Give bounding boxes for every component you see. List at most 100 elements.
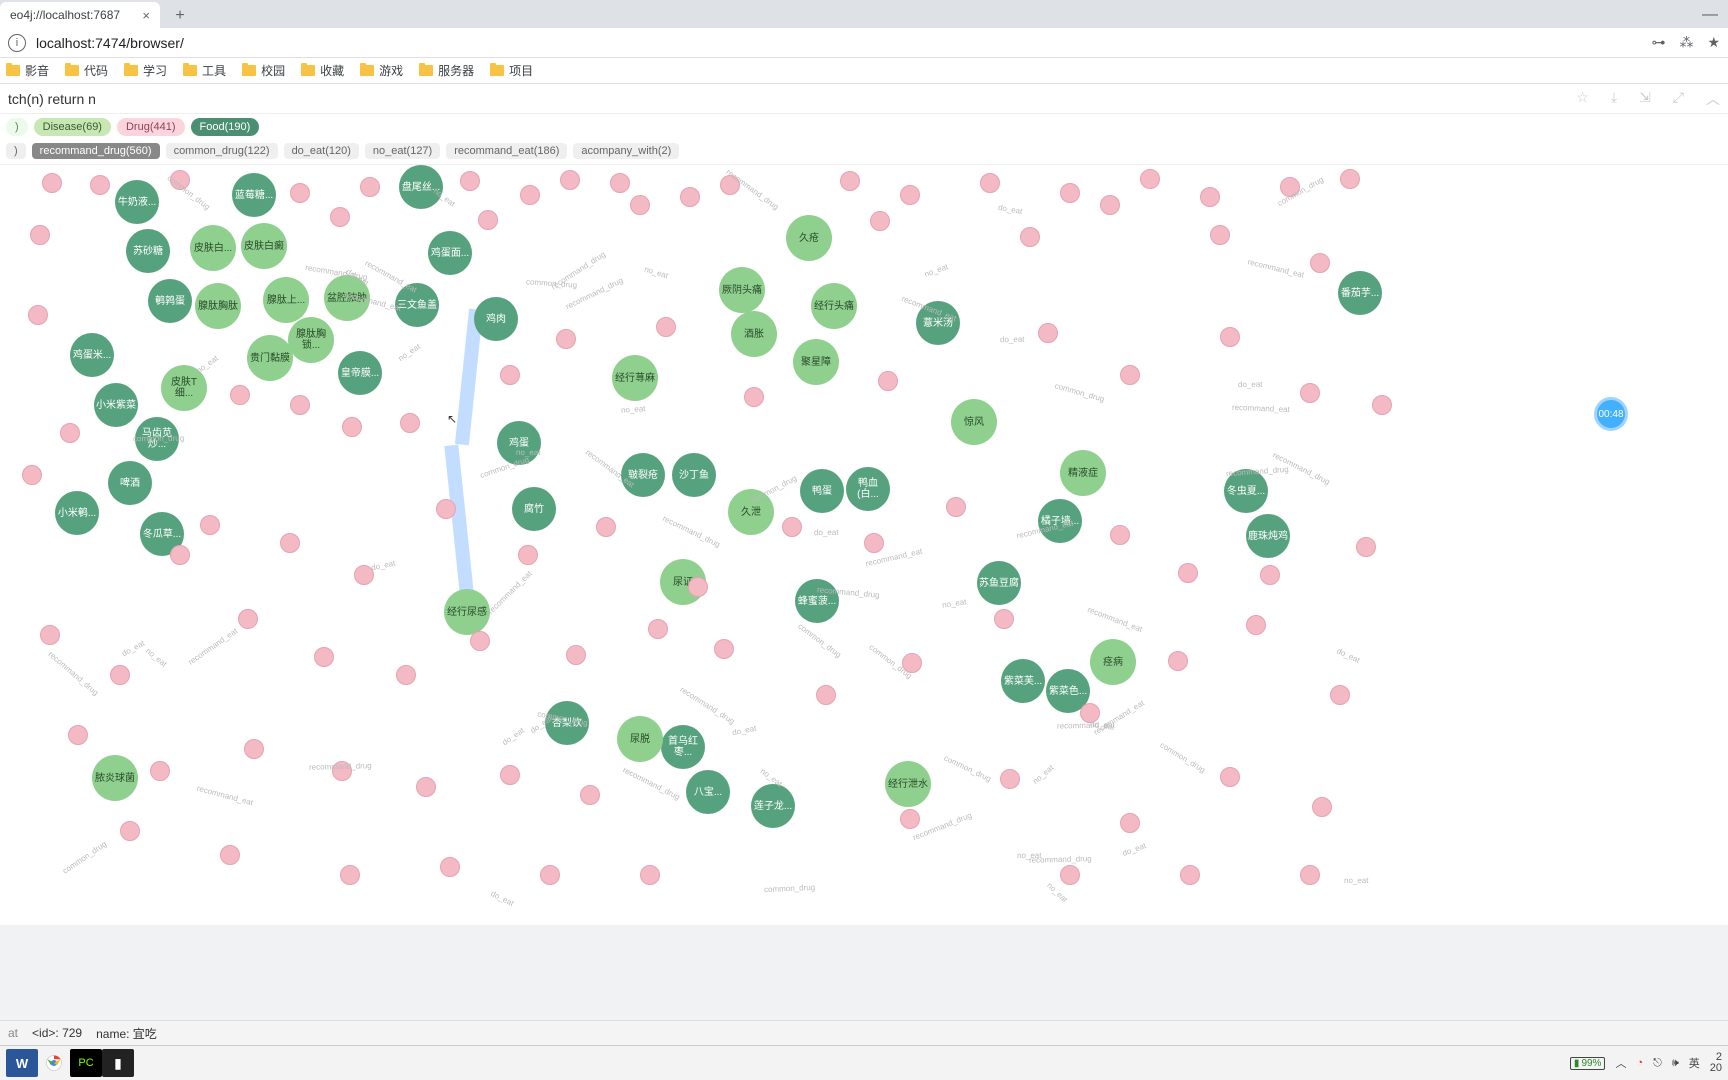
node-label-badge[interactable]: Disease(69) xyxy=(34,118,111,136)
graph-node[interactable] xyxy=(648,619,668,639)
graph-node[interactable] xyxy=(1110,525,1130,545)
graph-node[interactable] xyxy=(120,821,140,841)
graph-node[interactable] xyxy=(566,645,586,665)
graph-node[interactable]: 腺肽上... xyxy=(263,277,309,323)
graph-node[interactable]: 腺肽胸锁... xyxy=(288,317,334,363)
graph-node[interactable] xyxy=(900,185,920,205)
app-chrome[interactable] xyxy=(38,1049,70,1077)
rel-label-badge[interactable]: no_eat(127) xyxy=(365,143,440,159)
graph-node[interactable] xyxy=(290,183,310,203)
graph-node[interactable] xyxy=(900,809,920,829)
graph-node[interactable]: 久泄 xyxy=(728,489,774,535)
graph-node[interactable] xyxy=(470,631,490,651)
graph-node[interactable] xyxy=(1038,323,1058,343)
graph-node[interactable] xyxy=(332,761,352,781)
graph-node[interactable]: 皮肤T细... xyxy=(161,365,207,411)
graph-node[interactable] xyxy=(440,857,460,877)
graph-node[interactable]: 腺肽胸肽 xyxy=(195,283,241,329)
graph-node[interactable] xyxy=(782,517,802,537)
pin-icon[interactable]: ⇲ xyxy=(1639,89,1651,109)
graph-node[interactable]: 薏米汤 xyxy=(916,301,960,345)
graph-node[interactable] xyxy=(290,395,310,415)
graph-node[interactable]: 尿脱 xyxy=(617,716,663,762)
graph-node[interactable]: 杏梨饮 xyxy=(545,701,589,745)
graph-node[interactable]: 鸡蛋 xyxy=(497,421,541,465)
graph-node[interactable] xyxy=(994,609,1014,629)
download-icon[interactable]: ⤓ xyxy=(1611,89,1617,109)
rel-label-badge[interactable]: ) xyxy=(6,143,26,159)
graph-node[interactable]: 蜂蜜菠... xyxy=(795,579,839,623)
graph-node[interactable] xyxy=(22,465,42,485)
new-tab-button[interactable]: + xyxy=(168,4,192,28)
node-label-badge[interactable]: Food(190) xyxy=(191,118,260,136)
graph-node[interactable] xyxy=(744,387,764,407)
graph-node[interactable] xyxy=(720,175,740,195)
graph-node[interactable] xyxy=(110,665,130,685)
graph-node[interactable] xyxy=(580,785,600,805)
key-icon[interactable]: ⊶ xyxy=(1651,34,1665,51)
graph-node[interactable] xyxy=(1200,187,1220,207)
app-pycharm[interactable]: PC xyxy=(70,1049,102,1077)
graph-node[interactable] xyxy=(400,413,420,433)
graph-node[interactable] xyxy=(560,170,580,190)
url-field[interactable]: localhost:7474/browser/ xyxy=(36,35,1651,51)
chevron-up-icon[interactable]: ︿ xyxy=(1706,89,1720,109)
graph-node[interactable] xyxy=(1020,227,1040,247)
graph-node[interactable] xyxy=(1220,767,1240,787)
graph-node[interactable] xyxy=(540,865,560,885)
graph-node[interactable]: 久疮 xyxy=(786,215,832,261)
graph-node[interactable] xyxy=(238,609,258,629)
graph-node[interactable] xyxy=(330,207,350,227)
graph-node[interactable] xyxy=(840,171,860,191)
graph-node[interactable] xyxy=(610,173,630,193)
graph-node[interactable] xyxy=(60,423,80,443)
tray-icon[interactable]: ◔ xyxy=(1636,1057,1643,1069)
graph-node[interactable] xyxy=(436,499,456,519)
graph-node[interactable] xyxy=(656,317,676,337)
rel-label-badge[interactable]: recommand_eat(186) xyxy=(446,143,567,159)
graph-node[interactable] xyxy=(360,177,380,197)
graph-node[interactable] xyxy=(1100,195,1120,215)
favorite-icon[interactable]: ☆ xyxy=(1576,89,1589,109)
graph-node[interactable] xyxy=(170,170,190,190)
bookmark-item[interactable]: 学习 xyxy=(124,62,167,79)
graph-node[interactable] xyxy=(902,653,922,673)
graph-node[interactable]: 经行尿感 xyxy=(444,589,490,635)
graph-node[interactable] xyxy=(1120,813,1140,833)
graph-node[interactable] xyxy=(1300,383,1320,403)
graph-node[interactable] xyxy=(520,185,540,205)
bookmark-item[interactable]: 收藏 xyxy=(301,62,344,79)
graph-node[interactable] xyxy=(170,545,190,565)
graph-node[interactable] xyxy=(1180,865,1200,885)
graph-node[interactable]: 鸡蛋面... xyxy=(428,231,472,275)
graph-node[interactable] xyxy=(870,211,890,231)
graph-node[interactable] xyxy=(518,545,538,565)
graph-node[interactable]: 橘子墙... xyxy=(1038,499,1082,543)
cypher-editor[interactable]: tch(n) return n ☆ ⤓ ⇲ ⤢ ︿ xyxy=(0,84,1728,114)
rel-label-badge[interactable]: common_drug(122) xyxy=(166,143,278,159)
graph-node[interactable]: 皮肤白... xyxy=(190,225,236,271)
graph-node[interactable]: 惊风 xyxy=(951,399,997,445)
graph-node[interactable]: 鸡蛋米... xyxy=(70,333,114,377)
graph-node[interactable] xyxy=(1120,365,1140,385)
graph-node[interactable]: 鹌鹑蛋 xyxy=(148,279,192,323)
graph-node[interactable] xyxy=(244,739,264,759)
graph-node[interactable]: 皇帝膜... xyxy=(338,351,382,395)
graph-node[interactable] xyxy=(1280,177,1300,197)
graph-node[interactable]: 腐竹 xyxy=(512,487,556,531)
graph-node[interactable] xyxy=(1080,703,1100,723)
graph-node[interactable] xyxy=(30,225,50,245)
graph-node[interactable]: 经行泄水 xyxy=(885,761,931,807)
graph-node[interactable]: 皮肤白癜 xyxy=(241,223,287,269)
graph-node[interactable] xyxy=(342,417,362,437)
graph-node[interactable] xyxy=(314,647,334,667)
graph-node[interactable] xyxy=(1312,797,1332,817)
graph-node[interactable]: 脓炎球菌 xyxy=(92,755,138,801)
chevron-up-icon[interactable]: ︿ xyxy=(1615,1055,1626,1071)
expand-icon[interactable]: ⤢ xyxy=(1673,89,1684,109)
graph-node[interactable] xyxy=(500,365,520,385)
close-icon[interactable]: × xyxy=(136,8,150,23)
graph-node[interactable] xyxy=(864,533,884,553)
graph-node[interactable] xyxy=(680,187,700,207)
graph-node[interactable] xyxy=(1372,395,1392,415)
